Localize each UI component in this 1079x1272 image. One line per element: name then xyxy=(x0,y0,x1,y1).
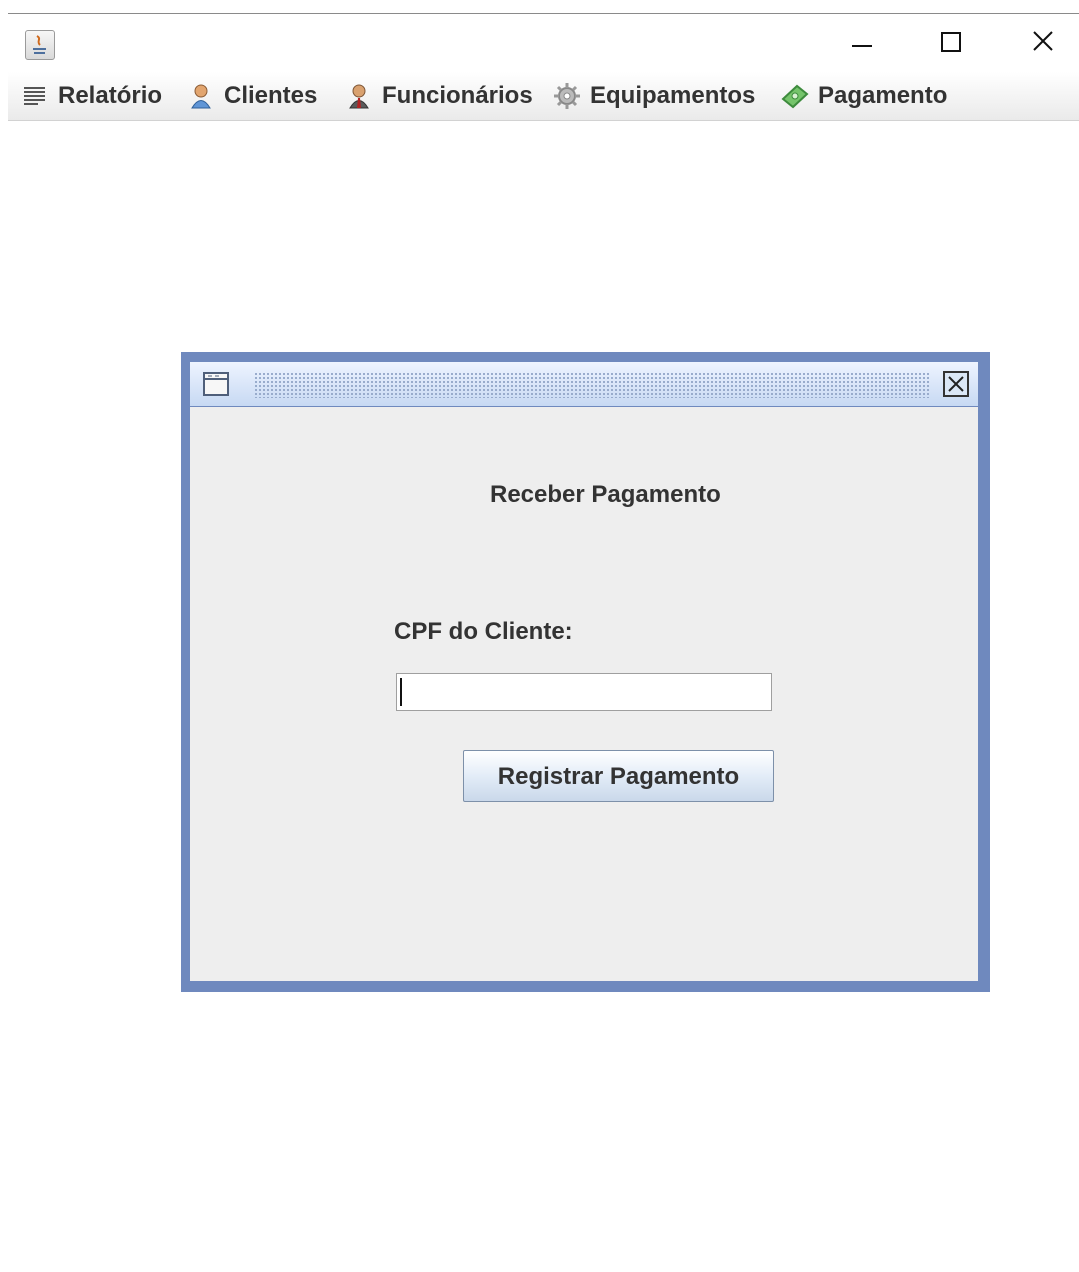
menu-label-relatorio: Relatório xyxy=(58,82,163,109)
minimize-button[interactable] xyxy=(840,28,884,58)
menu-item-relatorio[interactable]: Relatório xyxy=(20,80,162,112)
window-icon xyxy=(203,372,229,396)
money-icon xyxy=(781,84,809,109)
employee-icon xyxy=(349,84,369,109)
dialog-title-bar[interactable] xyxy=(190,362,978,406)
payment-dialog: Receber Pagamento CPF do Cliente: Regist… xyxy=(181,352,990,992)
dialog-heading: Receber Pagamento xyxy=(490,481,721,508)
cpf-label: CPF do Cliente: xyxy=(394,618,573,645)
cpf-input[interactable] xyxy=(396,673,772,711)
menu-bar: Relatório Clientes Funcionários Equipame… xyxy=(8,72,1079,121)
menu-item-pagamento[interactable]: Pagamento xyxy=(780,80,947,112)
menu-label-clientes: Clientes xyxy=(224,82,318,109)
close-box-icon[interactable] xyxy=(942,370,970,398)
menu-item-equipamentos[interactable]: Equipamentos xyxy=(552,80,755,112)
client-icon xyxy=(191,84,211,109)
java-icon xyxy=(25,30,55,60)
text-cursor xyxy=(400,678,402,706)
menu-label-funcionarios: Funcionários xyxy=(382,82,533,109)
menu-item-clientes[interactable]: Clientes xyxy=(186,80,317,112)
menu-item-funcionarios[interactable]: Funcionários xyxy=(344,80,533,112)
menu-label-pagamento: Pagamento xyxy=(818,82,948,109)
title-bar-pattern xyxy=(254,372,930,398)
close-icon xyxy=(1033,31,1053,51)
dialog-content: Receber Pagamento CPF do Cliente: Regist… xyxy=(190,407,978,981)
register-payment-button[interactable]: Registrar Pagamento xyxy=(463,750,774,802)
maximize-button[interactable] xyxy=(929,28,973,58)
list-icon xyxy=(24,87,45,105)
title-bar xyxy=(8,14,1079,72)
maximize-icon xyxy=(941,32,961,52)
menu-label-equipamentos: Equipamentos xyxy=(590,82,756,109)
minimize-icon xyxy=(852,45,872,47)
gear-icon xyxy=(554,83,580,109)
close-window-button[interactable] xyxy=(1021,28,1065,58)
